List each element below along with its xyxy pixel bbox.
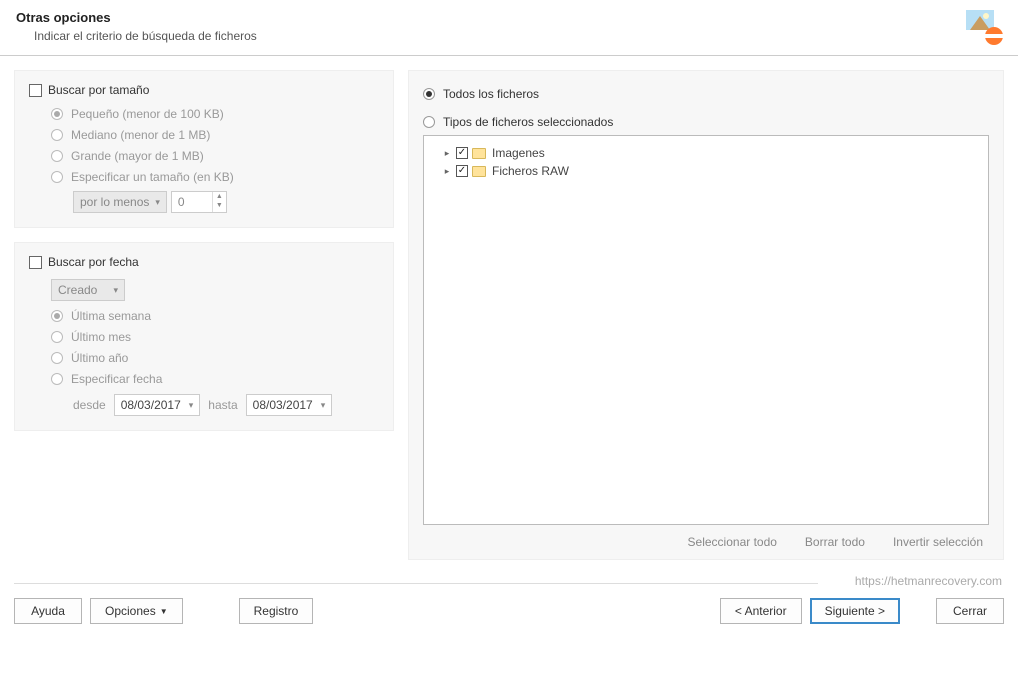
date-from-input[interactable]: 08/03/2017 ▾ [114,394,201,416]
search-by-date-panel: Buscar por fecha Creado ▾ Última semana … [14,242,394,431]
chevron-down-icon: ▾ [113,285,118,296]
size-large-radio[interactable] [51,150,63,162]
size-value: 0 [172,192,212,212]
size-small-label: Pequeño (menor de 100 KB) [71,107,224,121]
chevron-down-icon: ▾ [189,400,194,411]
next-button[interactable]: Siguiente > [810,598,900,624]
tree-item-images[interactable]: ▸ Imagenes [434,144,978,162]
search-by-date-checkbox[interactable] [29,256,42,269]
chevron-down-icon: ▾ [155,197,160,208]
spinner-up-icon[interactable]: ▲ [213,192,226,201]
invert-selection-link[interactable]: Invertir selección [893,535,983,549]
date-year-label: Último año [71,351,128,365]
date-month-radio[interactable] [51,331,63,343]
spinner-down-icon[interactable]: ▼ [213,201,226,210]
search-by-size-label: Buscar por tamaño [48,83,149,97]
search-by-size-checkbox[interactable] [29,84,42,97]
size-small-radio[interactable] [51,108,63,120]
date-to-label: hasta [208,398,237,412]
size-comparator-select[interactable]: por lo menos ▾ [73,191,167,213]
file-types-panel: Todos los ficheros Tipos de ficheros sel… [408,70,1004,560]
search-by-size-panel: Buscar por tamaño Pequeño (menor de 100 … [14,70,394,228]
date-to-value: 08/03/2017 [253,398,313,412]
search-by-date-label: Buscar por fecha [48,255,139,269]
all-files-radio[interactable] [423,88,435,100]
back-button[interactable]: < Anterior [720,598,802,624]
size-medium-label: Mediano (menor de 1 MB) [71,128,210,142]
date-mode-select[interactable]: Creado ▾ [51,279,125,301]
wizard-header: Otras opciones Indicar el criterio de bú… [0,0,1018,49]
tree-item-raw[interactable]: ▸ Ficheros RAW [434,162,978,180]
selected-types-label: Tipos de ficheros seleccionados [443,115,613,129]
size-specify-label: Especificar un tamaño (en KB) [71,170,234,184]
tree-checkbox[interactable] [456,147,468,159]
selected-types-radio[interactable] [423,116,435,128]
date-month-label: Último mes [71,330,131,344]
bottom-toolbar: Ayuda Opciones ▼ Registro < Anterior Sig… [0,592,1018,634]
size-specify-radio[interactable] [51,171,63,183]
date-week-radio[interactable] [51,310,63,322]
register-button[interactable]: Registro [239,598,314,624]
page-subtitle: Indicar el criterio de búsqueda de fiche… [34,29,1002,43]
date-year-radio[interactable] [51,352,63,364]
size-large-label: Grande (mayor de 1 MB) [71,149,204,163]
tree-checkbox[interactable] [456,165,468,177]
help-button[interactable]: Ayuda [14,598,82,624]
folder-icon [472,148,486,159]
date-from-label: desde [73,398,106,412]
size-value-input[interactable]: 0 ▲ ▼ [171,191,227,213]
date-specify-label: Especificar fecha [71,372,162,386]
tree-item-label: Ficheros RAW [492,164,569,178]
expand-icon[interactable]: ▸ [442,148,452,158]
caret-down-icon: ▼ [160,607,168,616]
date-week-label: Última semana [71,309,151,323]
date-from-value: 08/03/2017 [121,398,181,412]
size-medium-radio[interactable] [51,129,63,141]
options-button[interactable]: Opciones ▼ [90,598,183,624]
select-all-link[interactable]: Seleccionar todo [688,535,777,549]
date-to-input[interactable]: 08/03/2017 ▾ [246,394,333,416]
footer-url[interactable]: https://hetmanrecovery.com [0,574,1018,592]
file-types-tree[interactable]: ▸ Imagenes ▸ Ficheros RAW [423,135,989,525]
all-files-label: Todos los ficheros [443,87,539,101]
close-button[interactable]: Cerrar [936,598,1004,624]
page-title: Otras opciones [16,10,1002,25]
options-button-label: Opciones [105,604,156,618]
clear-all-link[interactable]: Borrar todo [805,535,865,549]
tree-item-label: Imagenes [492,146,545,160]
size-comparator-value: por lo menos [80,195,149,209]
date-mode-value: Creado [58,283,97,297]
date-specify-radio[interactable] [51,373,63,385]
app-logo-icon [964,6,1004,46]
chevron-down-icon: ▾ [321,400,326,411]
expand-icon[interactable]: ▸ [442,166,452,176]
folder-icon [472,166,486,177]
